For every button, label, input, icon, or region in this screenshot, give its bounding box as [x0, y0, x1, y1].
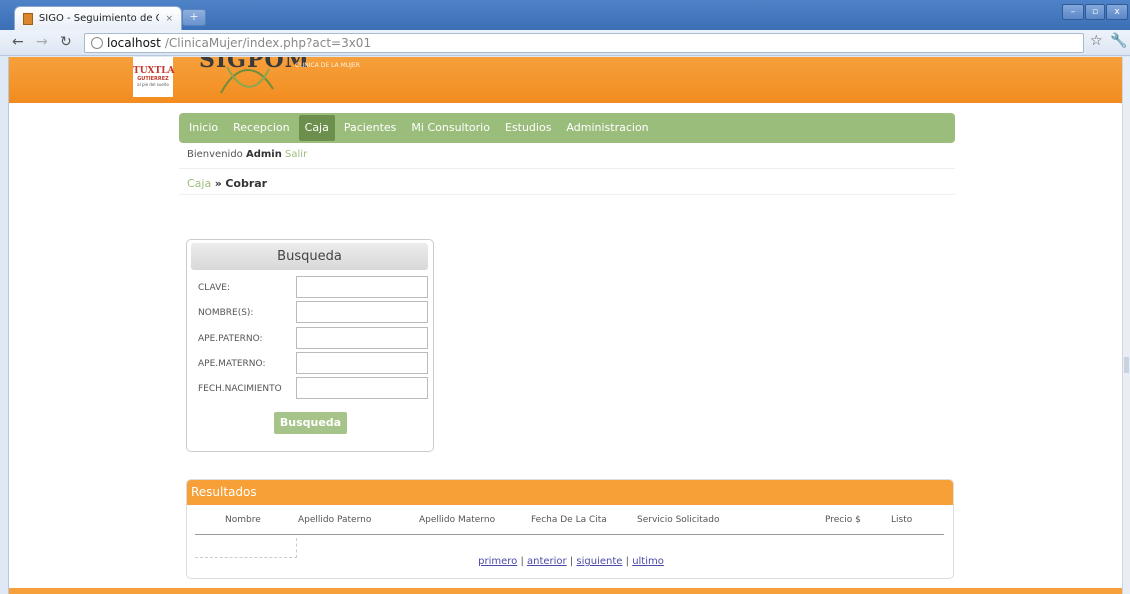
forward-arrow-icon[interactable]: → — [36, 34, 48, 50]
maximize-button[interactable]: ▫ — [1085, 4, 1105, 20]
close-tab-icon[interactable]: × — [165, 14, 173, 24]
ape-materno-input[interactable] — [296, 352, 428, 374]
pager-sep: | — [569, 556, 574, 567]
col-listo: Listo — [891, 515, 913, 525]
favicon-icon — [23, 12, 33, 25]
col-nombre: Nombre — [225, 515, 261, 525]
url-path: /ClinicaMujer/index.php?act=3x01 — [164, 36, 372, 50]
wrench-icon[interactable]: 🔧 — [1110, 33, 1127, 49]
ape-paterno-input[interactable] — [296, 327, 428, 349]
menu-item-caja[interactable]: Caja — [298, 115, 335, 141]
breadcrumb: Caja » Cobrar — [179, 177, 955, 195]
col-servicio: Servicio Solicitado — [637, 515, 720, 525]
nombre-input[interactable] — [296, 301, 428, 323]
col-precio: Precio $ — [825, 515, 861, 525]
footer-bar — [9, 588, 1122, 594]
main-content: Inicio Recepcion Caja Pacientes Mi Consu… — [179, 113, 955, 579]
main-menu: Inicio Recepcion Caja Pacientes Mi Consu… — [179, 113, 955, 143]
pager-sep: | — [625, 556, 629, 567]
breadcrumb-current: Cobrar — [225, 177, 268, 190]
welcome-text: Bienvenido — [187, 149, 243, 160]
close-window-button[interactable]: x — [1106, 4, 1128, 20]
menu-item-administracion[interactable]: Administracion — [560, 115, 654, 141]
search-button[interactable]: Busqueda — [274, 412, 347, 434]
fech-nacimiento-label: FECH.NACIMIENTO — [198, 384, 282, 394]
breadcrumb-caja-link[interactable]: Caja — [187, 177, 211, 190]
new-tab-button[interactable]: + — [182, 9, 206, 26]
pager-first-link[interactable]: primero — [478, 556, 517, 567]
brand-subtitle: CLINICA DE LA MUJER — [295, 62, 360, 69]
pager-sep: | — [520, 556, 524, 567]
header-banner: TUXTLA GUTIERREZ al pie del sueño SIGPOM… — [9, 57, 1122, 103]
logo-line3: al pie del sueño — [137, 82, 169, 87]
menu-item-recepcion[interactable]: Recepcion — [227, 115, 296, 141]
menu-item-pacientes[interactable]: Pacientes — [338, 115, 403, 141]
pager-prev-link[interactable]: anterior — [527, 556, 567, 567]
menu-item-estudios[interactable]: Estudios — [499, 115, 557, 141]
logout-link[interactable]: Salir — [285, 149, 307, 160]
results-table-header: Nombre Apellido Paterno Apellido Materno… — [195, 505, 944, 535]
brand-name: SIGPOM — [199, 57, 311, 73]
search-panel: Busqueda CLAVE: NOMBRE(S): APE.PATERNO: … — [186, 239, 434, 452]
reload-icon[interactable]: ↻ — [60, 34, 72, 50]
breadcrumb-separator: » — [214, 177, 222, 190]
page-scrollbar[interactable] — [1122, 57, 1130, 594]
url-host: localhost — [107, 36, 161, 50]
browser-titlebar: SIGO - Seguimiento de Ofic × + – ▫ x — [0, 0, 1130, 30]
address-bar[interactable]: localhost/ClinicaMujer/index.php?act=3x0… — [84, 33, 1084, 53]
tab-title: SIGO - Seguimiento de Ofic — [38, 13, 160, 24]
browser-tab[interactable]: SIGO - Seguimiento de Ofic × — [14, 6, 182, 30]
empty-row-placeholder — [195, 538, 297, 558]
results-title: Resultados — [187, 480, 953, 505]
bookmark-star-icon[interactable]: ☆ — [1090, 33, 1103, 49]
col-fecha-cita: Fecha De La Cita — [531, 515, 607, 525]
col-apellido-materno: Apellido Materno — [419, 515, 496, 525]
username: Admin — [245, 149, 282, 160]
ape-materno-label: APE.MATERNO: — [198, 359, 266, 369]
pagination: primero | anterior | siguiente | ultimo — [187, 556, 955, 567]
back-arrow-icon[interactable]: ← — [12, 34, 24, 50]
page-info-icon[interactable] — [91, 37, 103, 49]
clave-label: CLAVE: — [198, 283, 230, 293]
minimize-button[interactable]: – — [1062, 4, 1084, 20]
nombre-label: NOMBRE(S): — [198, 308, 254, 318]
tuxtla-logo: TUXTLA GUTIERREZ al pie del sueño — [133, 57, 175, 97]
results-panel: Resultados Nombre Apellido Paterno Apell… — [186, 479, 954, 579]
clave-input[interactable] — [296, 276, 428, 298]
ape-paterno-label: APE.PATERNO: — [198, 334, 263, 344]
welcome-line: Bienvenido Admin Salir — [179, 149, 955, 169]
pager-next-link[interactable]: siguiente — [576, 556, 622, 567]
col-apellido-paterno: Apellido Paterno — [298, 515, 372, 525]
search-panel-title: Busqueda — [191, 243, 428, 270]
logo-line1: TUXTLA — [133, 66, 175, 76]
menu-item-inicio[interactable]: Inicio — [183, 115, 224, 141]
menu-item-mi-consultorio[interactable]: Mi Consultorio — [405, 115, 496, 141]
pager-last-link[interactable]: ultimo — [632, 556, 664, 567]
scrollbar-thumb[interactable] — [1124, 357, 1129, 373]
page-viewport: TUXTLA GUTIERREZ al pie del sueño SIGPOM… — [8, 57, 1122, 594]
fech-nacimiento-input[interactable] — [296, 377, 428, 399]
browser-toolbar: ← → ↻ localhost/ClinicaMujer/index.php?a… — [0, 30, 1130, 56]
